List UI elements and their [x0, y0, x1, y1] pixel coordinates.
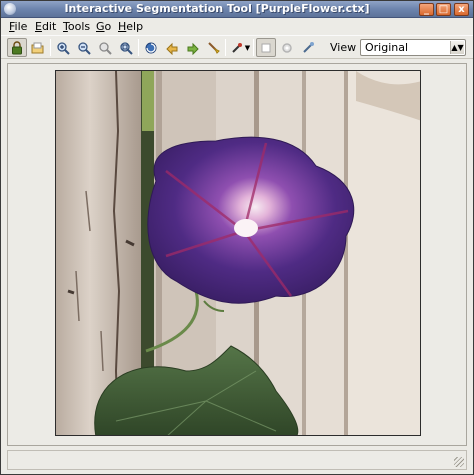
app-icon [4, 3, 16, 15]
zoom-actual-button[interactable] [116, 38, 136, 57]
lock-icon [12, 40, 22, 54]
canvas-area[interactable] [7, 63, 467, 446]
close-button[interactable]: x [454, 3, 469, 16]
zoom-in-icon [57, 41, 70, 55]
zoom-actual-icon [120, 41, 133, 55]
resize-grip[interactable] [454, 457, 464, 467]
title-bar[interactable]: Interactive Segmentation Tool [PurpleFlo… [1, 1, 473, 18]
zoom-out-button[interactable] [74, 38, 94, 57]
flower-photo[interactable] [56, 71, 421, 436]
menu-go[interactable]: Go [96, 20, 111, 33]
refresh-button[interactable] [141, 38, 161, 57]
zoom-fit-button[interactable] [95, 38, 115, 57]
menu-edit[interactable]: Edit [35, 20, 56, 33]
eyedropper-button[interactable] [298, 38, 318, 57]
select-tool-icon [261, 43, 271, 52]
toolbar-separator [253, 39, 254, 56]
menu-bar: File Edit Tools Go Help [1, 18, 473, 35]
toolbar-separator [138, 39, 139, 56]
gear-icon [282, 42, 292, 53]
menu-tools[interactable]: Tools [63, 20, 90, 33]
menu-file[interactable]: File [9, 20, 27, 33]
view-select[interactable]: Original ▲▼ [360, 39, 466, 56]
app-window: Interactive Segmentation Tool [PurpleFlo… [0, 0, 474, 475]
hand-back-button[interactable] [162, 38, 182, 57]
select-tool-button[interactable] [256, 38, 276, 57]
brush-tool-icon [232, 42, 242, 53]
eyedropper-icon [303, 41, 314, 53]
open-folder-icon [31, 42, 44, 53]
hand-back-icon [166, 42, 178, 55]
settings-button[interactable] [277, 38, 297, 57]
lock-button[interactable] [7, 38, 27, 57]
brush-tool-button[interactable]: ▼ [228, 38, 252, 57]
zoom-fit-icon [99, 41, 112, 55]
maximize-button[interactable]: □ [436, 3, 451, 16]
hand-forward-button[interactable] [183, 38, 203, 57]
menu-help[interactable]: Help [118, 20, 143, 33]
clear-button[interactable] [204, 38, 224, 57]
view-select-value: Original [365, 41, 409, 54]
image-canvas[interactable] [55, 70, 421, 436]
minimize-button[interactable]: _ [419, 3, 434, 16]
toolbar: ▼ View : Original ▲▼ [1, 35, 473, 59]
paint-brush-icon [208, 41, 220, 54]
zoom-out-icon [78, 41, 91, 55]
hand-forward-icon [187, 42, 199, 55]
status-bar [7, 450, 467, 470]
toolbar-separator [50, 39, 51, 56]
refresh-icon [145, 42, 157, 53]
select-chevron-icon[interactable]: ▲▼ [450, 41, 464, 54]
window-title: Interactive Segmentation Tool [PurpleFlo… [64, 2, 370, 15]
open-button[interactable] [28, 38, 48, 57]
zoom-in-button[interactable] [53, 38, 73, 57]
view-label: View : [330, 41, 364, 54]
toolbar-separator [225, 39, 226, 56]
chevron-down-icon: ▼ [244, 43, 251, 52]
